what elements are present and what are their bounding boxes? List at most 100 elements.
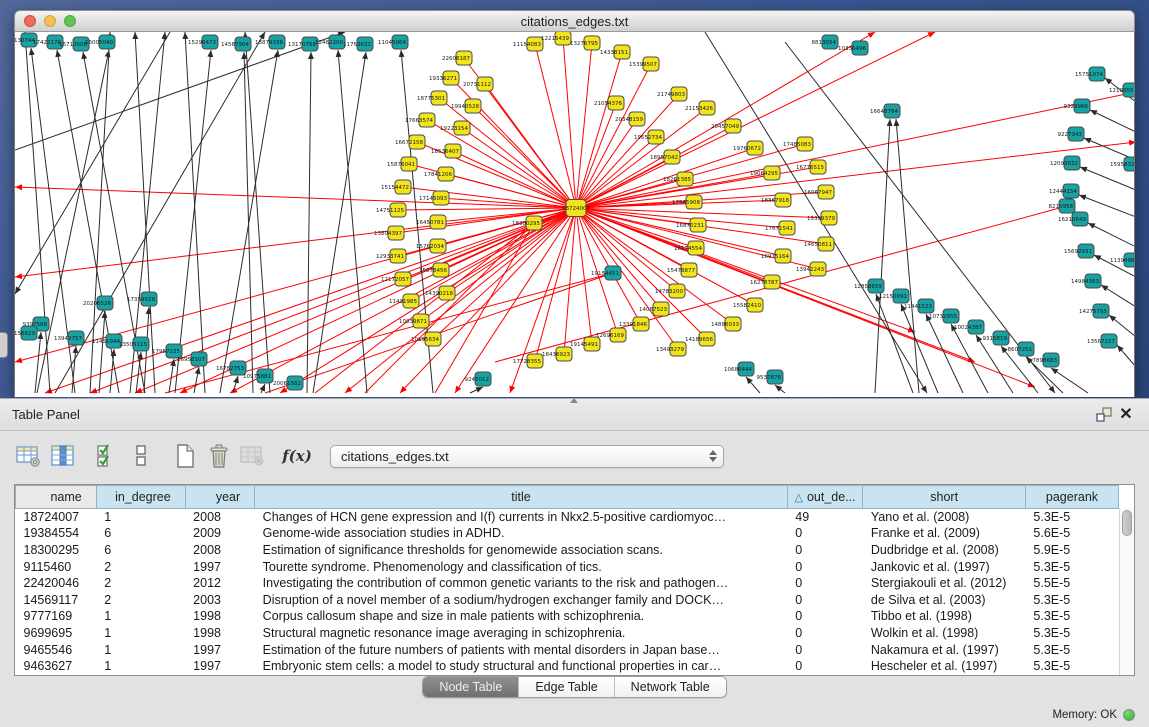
graph-node-yellow[interactable]: 19223154 xyxy=(440,121,470,135)
column-header-out_de[interactable]: △out_de... xyxy=(787,486,863,509)
graph-node-yellow[interactable]: 14338151 xyxy=(600,45,630,59)
table-cell[interactable]: Nakamura et al. (1997) xyxy=(863,641,1026,658)
memory-ok-indicator[interactable] xyxy=(1123,709,1135,721)
table-cell[interactable]: 49 xyxy=(787,509,863,526)
graph-node-yellow[interactable]: 17671541 xyxy=(765,221,795,235)
table-row[interactable]: 946554611997Estimation of the future num… xyxy=(16,641,1119,658)
table-cell[interactable]: 5.3E-5 xyxy=(1025,625,1118,642)
table-cell[interactable]: Tourette syndrome. Phenomenology and cla… xyxy=(255,558,788,575)
table-cell[interactable]: 0 xyxy=(787,658,863,675)
graph-node-teal[interactable]: 13942757 xyxy=(54,331,84,345)
table-cell[interactable]: 5.3E-5 xyxy=(1025,591,1118,608)
graph-node-yellow[interactable]: 14751125 xyxy=(376,203,406,217)
graph-node-teal[interactable]: 14587904 xyxy=(221,37,251,51)
graph-node-yellow[interactable]: 17565908 xyxy=(672,195,702,209)
graph-node-yellow[interactable]: 20457049 xyxy=(711,119,741,133)
graph-node-yellow[interactable]: 16975164 xyxy=(761,249,791,263)
graph-node-yellow[interactable]: 19652734 xyxy=(634,130,664,144)
network-canvas[interactable]: 2260818719336271187753011766357416672158… xyxy=(14,32,1135,397)
tab-edge-table[interactable]: Edge Table xyxy=(519,677,614,697)
table-cell[interactable]: 14569117 xyxy=(16,591,97,608)
table-cell[interactable]: Corpus callosum shape and size in male p… xyxy=(255,608,788,625)
table-row[interactable]: 1830029562008Estimation of significance … xyxy=(16,542,1119,559)
graph-node-yellow[interactable]: 19336271 xyxy=(429,71,459,85)
graph-node-teal[interactable]: 12444154 xyxy=(1049,184,1079,198)
table-cell[interactable]: 0 xyxy=(787,575,863,592)
table-cell[interactable]: 9115460 xyxy=(16,558,97,575)
graph-node-yellow[interactable]: 15359379 xyxy=(807,211,837,225)
table-cell[interactable]: 0 xyxy=(787,542,863,559)
table-cell[interactable]: 0 xyxy=(787,591,863,608)
graph-node-yellow[interactable]: 18367918 xyxy=(761,193,791,207)
graph-node-teal[interactable]: 13170768 xyxy=(288,37,318,51)
graph-node-teal[interactable]: 12093832 xyxy=(1050,156,1080,170)
graph-node-yellow[interactable]: 14390218 xyxy=(425,286,455,300)
graph-node-yellow[interactable]: 18436923 xyxy=(542,347,572,361)
table-cell[interactable]: 19384554 xyxy=(16,525,97,542)
table-selector-dropdown[interactable]: citations_edges.txt xyxy=(330,445,724,468)
table-cell[interactable]: 18300295 xyxy=(16,542,97,559)
graph-node-teal[interactable]: 13879336 xyxy=(255,35,285,49)
graph-node-yellow[interactable]: 10195634 xyxy=(411,332,441,346)
graph-node-yellow[interactable]: 15154472 xyxy=(381,180,411,194)
table-cell[interactable]: 1 xyxy=(96,641,185,658)
table-row[interactable]: 1938455462009Genome-wide association stu… xyxy=(16,525,1119,542)
graph-node-teal[interactable]: 9227343 xyxy=(1058,127,1085,141)
table-cell[interactable]: Changes of HCN gene expression and I(f) … xyxy=(255,509,788,526)
graph-node-yellow[interactable]: 16672158 xyxy=(395,135,425,149)
graph-node-teal[interactable]: 7898683 xyxy=(1033,353,1060,367)
graph-node-teal[interactable]: 15692931 xyxy=(1064,244,1094,258)
table-cell[interactable]: 18724007 xyxy=(16,509,97,526)
table-cell[interactable]: de Silva et al. (2003) xyxy=(863,591,1026,608)
column-header-in_degree[interactable]: in_degree xyxy=(96,486,185,509)
table-cell[interactable]: 1997 xyxy=(185,641,255,658)
graph-node-teal[interactable]: 16648784 xyxy=(870,104,900,118)
graph-node-teal[interactable]: 13505115 xyxy=(119,337,149,351)
rows-icon[interactable] xyxy=(126,441,156,471)
table-cell[interactable]: 1 xyxy=(96,608,185,625)
table-cell[interactable]: 2012 xyxy=(185,575,255,592)
function-builder-icon[interactable]: f(x) xyxy=(282,441,312,471)
table-cell[interactable]: Estimation of significance thresholds fo… xyxy=(255,542,788,559)
splitter-grip-icon[interactable] xyxy=(570,398,578,403)
column-select-icon[interactable] xyxy=(48,441,78,471)
graph-node-yellow[interactable]: 18300295 xyxy=(512,216,542,230)
table-cell[interactable]: 0 xyxy=(787,558,863,575)
graph-node-yellow[interactable]: 17145093 xyxy=(419,191,449,205)
graph-node-teal[interactable]: 15751074 xyxy=(1075,67,1105,81)
table-cell[interactable]: 5.3E-5 xyxy=(1025,608,1118,625)
tab-network-table[interactable]: Network Table xyxy=(615,677,726,697)
network-window-titlebar[interactable]: citations_edges.txt xyxy=(14,10,1135,32)
graph-node-teal[interactable]: 16782753 xyxy=(216,361,246,375)
graph-node-yellow[interactable]: 15078456 xyxy=(419,263,449,277)
table-cell[interactable]: 2 xyxy=(96,591,185,608)
graph-node-yellow[interactable]: 21749803 xyxy=(657,87,687,101)
graph-node-teal[interactable]: 17359928 xyxy=(127,292,157,306)
graph-node-teal[interactable]: 9329966 xyxy=(1064,99,1091,113)
graph-node-yellow[interactable]: 16174554 xyxy=(674,241,704,255)
table-cell[interactable]: Structural magnetic resonance image aver… xyxy=(255,625,788,642)
table-cell[interactable]: 5.3E-5 xyxy=(1025,558,1118,575)
graph-node-teal[interactable]: 20206526 xyxy=(83,296,113,310)
table-cell[interactable]: 2008 xyxy=(185,542,255,559)
float-window-icon[interactable] xyxy=(1093,404,1115,426)
graph-node-yellow[interactable]: 21054376 xyxy=(594,96,624,110)
graph-node-yellow[interactable]: 15399507 xyxy=(629,57,659,71)
table-cell[interactable]: 5.6E-5 xyxy=(1025,525,1118,542)
table-cell[interactable]: 6 xyxy=(96,542,185,559)
table-cell[interactable]: 6 xyxy=(96,525,185,542)
graph-node-yellow[interactable]: 14886033 xyxy=(711,317,741,331)
graph-node-yellow[interactable]: 15582410 xyxy=(733,298,763,312)
node-attribute-table[interactable]: namein_degreeyeartitle△out_de...shortpag… xyxy=(15,485,1119,674)
table-row[interactable]: 969969511998Structural magnetic resonanc… xyxy=(16,625,1119,642)
table-cell[interactable]: Tibbo et al. (1998) xyxy=(863,608,1026,625)
graph-node-teal[interactable]: 10686444 xyxy=(724,362,754,376)
graph-node-teal[interactable]: 11156829 xyxy=(15,326,37,340)
graph-node-yellow[interactable]: 18775301 xyxy=(417,91,447,105)
table-cell[interactable]: Jankovic et al. (1997) xyxy=(863,558,1026,575)
table-cell[interactable]: 0 xyxy=(787,625,863,642)
table-cell[interactable]: 9463627 xyxy=(16,658,97,675)
graph-node-yellow[interactable]: 14650811 xyxy=(804,237,834,251)
table-settings-icon[interactable] xyxy=(14,441,44,471)
table-cell[interactable]: 9699695 xyxy=(16,625,97,642)
